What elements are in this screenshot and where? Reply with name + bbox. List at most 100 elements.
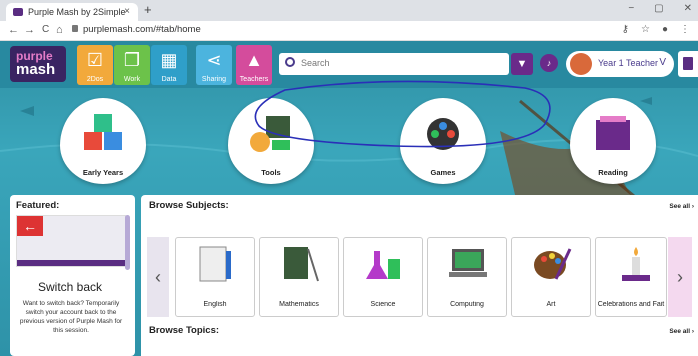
- tile-sharing-label: Sharing: [201, 76, 227, 83]
- arrow-left-icon: ←: [17, 216, 43, 236]
- see-all-topics-link[interactable]: See all ›: [669, 328, 694, 335]
- featured-image[interactable]: ←: [16, 215, 126, 267]
- subject-name: English: [203, 301, 227, 308]
- tile-work-label: Work: [123, 76, 141, 83]
- window-close-button[interactable]: ✕: [684, 3, 692, 14]
- logo-line-2: mash: [16, 61, 56, 78]
- reload-button[interactable]: C: [42, 24, 49, 35]
- tools-icon: [250, 116, 290, 152]
- window-controls: − ▢ ✕: [628, 3, 692, 14]
- notifications-button[interactable]: ♪: [540, 54, 558, 72]
- featured-title: Switch back: [37, 280, 103, 294]
- bell-icon: ♪: [546, 58, 552, 68]
- mortarboard-icon: ▲: [245, 50, 263, 70]
- browser-tab[interactable]: Purple Mash by 2Simple ×: [6, 3, 138, 21]
- new-tab-button[interactable]: +: [144, 2, 152, 17]
- tile-teachers-label: Teachers: [239, 76, 269, 83]
- search-icon: [285, 57, 295, 67]
- category-label: Early Years: [82, 168, 124, 177]
- featured-heading: Featured:: [16, 200, 60, 211]
- featured-image-bar: [17, 260, 125, 266]
- subject-name: Mathematics: [279, 301, 319, 308]
- subject-name: Computing: [450, 301, 484, 308]
- documents-icon: ❐: [123, 50, 141, 70]
- filter-button[interactable]: ▼: [511, 53, 533, 75]
- browse-panel: Browse Subjects: See all › ‹ English Mat…: [141, 195, 698, 356]
- subject-card-science[interactable]: Science: [343, 237, 423, 317]
- candle-icon: [622, 247, 650, 281]
- user-name: Year 1 Teacher: [598, 58, 659, 68]
- minimize-button[interactable]: −: [628, 3, 634, 14]
- forward-button[interactable]: →: [24, 24, 35, 36]
- tile-sharing[interactable]: ⋖ Sharing: [196, 45, 232, 85]
- browser-toolbar-icons: ⚷ ☆ ● ⋮: [622, 24, 690, 35]
- home-button[interactable]: ⌂: [56, 24, 63, 36]
- category-games[interactable]: Games: [400, 98, 486, 184]
- subject-card-computing[interactable]: Computing: [427, 237, 507, 317]
- filter-icon: ▼: [516, 58, 528, 70]
- book-icon: [683, 57, 693, 70]
- subject-card-celebrations[interactable]: Celebrations and Fait: [595, 237, 667, 317]
- subject-name: Science: [370, 301, 396, 308]
- purple-mash-favicon-icon: [13, 8, 23, 16]
- subject-card-mathematics[interactable]: Mathematics: [259, 237, 339, 317]
- flask-icon: [366, 251, 400, 279]
- category-label: Reading: [598, 168, 628, 177]
- address-bar-row: ← → C ⌂ purplemash.com/#tab/home ⚷ ☆ ● ⋮: [0, 21, 698, 41]
- game-controller-icon: [427, 118, 459, 150]
- user-menu[interactable]: Year 1 Teacher V: [566, 51, 674, 77]
- purple-mash-app: purple mash ☑ 2Dos ❐ Work ▦ Data ⋖ Shari…: [0, 41, 698, 356]
- tile-teachers[interactable]: ▲ Teachers: [236, 45, 272, 85]
- category-label: Games: [430, 168, 456, 177]
- featured-description: Want to switch back? Temporarily switch …: [19, 300, 123, 334]
- category-reading[interactable]: Reading: [570, 98, 656, 184]
- notebook-icon: [199, 246, 231, 282]
- share-icon: ⋖: [206, 50, 222, 70]
- see-all-label: See all: [669, 328, 691, 335]
- key-icon[interactable]: ⚷: [622, 24, 629, 35]
- bookmark-star-icon[interactable]: ☆: [641, 24, 650, 35]
- lock-icon: [72, 25, 78, 32]
- subjects-prev-button[interactable]: ‹: [147, 237, 169, 317]
- avatar: [570, 53, 592, 75]
- tile-data-label: Data: [161, 76, 177, 83]
- tab-close-icon[interactable]: ×: [124, 6, 130, 17]
- see-all-subjects-link[interactable]: See all ›: [669, 203, 694, 210]
- abc-blocks-icon: [84, 114, 122, 150]
- category-label: Tools: [261, 168, 281, 177]
- tile-data[interactable]: ▦ Data: [151, 45, 187, 85]
- checklist-icon: ☑: [86, 50, 104, 70]
- book-icon: [596, 116, 630, 150]
- tile-2dos[interactable]: ☑ 2Dos: [77, 45, 113, 85]
- side-panel-button[interactable]: [678, 51, 698, 77]
- category-tools[interactable]: Tools: [228, 98, 314, 184]
- purple-mash-logo[interactable]: purple mash: [10, 46, 66, 82]
- browser-menu-icon[interactable]: ⋮: [680, 24, 690, 35]
- palette-icon: [534, 248, 572, 280]
- featured-scrollbar[interactable]: [125, 215, 130, 270]
- featured-panel: Featured: ← Switch back Want to switch b…: [10, 195, 135, 356]
- see-all-label: See all: [669, 203, 691, 210]
- subject-card-art[interactable]: Art: [511, 237, 591, 317]
- data-chart-icon: ▦: [160, 50, 178, 70]
- laptop-icon: [449, 249, 487, 277]
- maximize-button[interactable]: ▢: [654, 3, 663, 14]
- search-input[interactable]: Search: [279, 53, 509, 75]
- subjects-next-button[interactable]: ›: [668, 237, 692, 317]
- subject-name: Celebrations and Fait: [597, 301, 665, 308]
- calculator-icon: [284, 247, 319, 282]
- profile-icon[interactable]: ●: [662, 24, 668, 35]
- url-text: purplemash.com/#tab/home: [83, 24, 201, 35]
- subject-card-english[interactable]: English: [175, 237, 255, 317]
- browse-subjects-heading: Browse Subjects:: [149, 200, 229, 211]
- category-early-years[interactable]: Early Years: [60, 98, 146, 184]
- url-field[interactable]: purplemash.com/#tab/home: [72, 24, 201, 35]
- subject-name: Art: [546, 301, 556, 308]
- chevron-down-icon: V: [659, 57, 666, 68]
- browser-tab-strip: Purple Mash by 2Simple × + − ▢ ✕: [0, 0, 698, 21]
- browser-tab-title: Purple Mash by 2Simple: [28, 7, 126, 17]
- tile-2dos-label: 2Dos: [86, 76, 104, 83]
- browse-topics-heading: Browse Topics:: [149, 325, 220, 336]
- back-button[interactable]: ←: [8, 24, 19, 36]
- tile-work[interactable]: ❐ Work: [114, 45, 150, 85]
